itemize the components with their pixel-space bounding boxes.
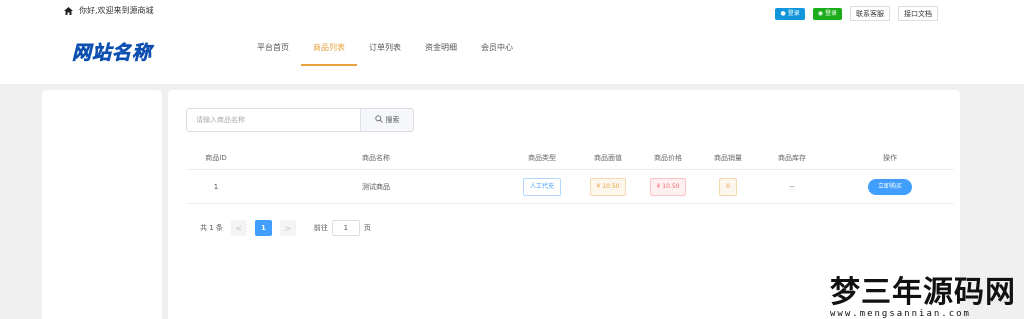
wechat-login-button[interactable]: ◉ 登录: [812, 7, 842, 20]
wechat-login-label: 登录: [824, 9, 837, 17]
product-table: 商品ID 商品名称 商品类型 商品面值 商品价格 商品销量 商品库存 操作 1 …: [186, 146, 954, 204]
table-header: 商品ID 商品名称 商品类型 商品面值 商品价格 商品销量 商品库存 操作: [186, 146, 954, 170]
goto-label: 前往: [313, 224, 328, 232]
top-header: 你好,欢迎来到源商城 ● 登录 ◉ 登录 联系客服 接口文档 网站名称 平台首页…: [0, 0, 1024, 84]
main-nav: 平台首页 商品列表 订单列表 资金明细 会员中心: [245, 36, 525, 66]
welcome-bar: 你好,欢迎来到源商城: [64, 5, 154, 16]
nav-item-funds[interactable]: 资金明细: [413, 36, 469, 66]
col-header-stock: 商品库存: [778, 153, 806, 162]
search-button-label: 搜索: [385, 116, 400, 124]
pagination: 共 1 条 < 1 > 前往 1 页: [200, 220, 371, 236]
product-id: 1: [213, 182, 219, 191]
search-input[interactable]: 请输入商品名称: [186, 108, 360, 132]
next-page-button[interactable]: >: [279, 220, 296, 236]
qq-icon: ●: [780, 9, 786, 17]
page-unit-label: 页: [363, 224, 371, 232]
left-panel: [42, 90, 162, 319]
total-count: 共 1 条: [200, 224, 223, 232]
col-header-action: 操作: [883, 153, 897, 162]
watermark-url: www.mengsannian.com: [830, 309, 971, 319]
site-logo[interactable]: 网站名称: [72, 38, 152, 65]
nav-item-member[interactable]: 会员中心: [469, 36, 525, 66]
col-header-id: 商品ID: [205, 153, 227, 162]
watermark: 梦三年源码网 www.mengsannian.com: [830, 277, 1016, 319]
contact-service-button[interactable]: 联系客服: [850, 6, 890, 21]
search-button[interactable]: 搜索: [360, 108, 414, 132]
home-icon[interactable]: [64, 6, 73, 15]
buy-now-button[interactable]: 立即购买: [867, 178, 912, 195]
nav-item-orders[interactable]: 订单列表: [357, 36, 413, 66]
page-number-current[interactable]: 1: [254, 220, 272, 236]
face-value-tag: ¥ 10.50: [589, 177, 627, 196]
stock-value: --: [789, 182, 795, 191]
product-name: 测试商品: [362, 182, 390, 191]
nav-item-home[interactable]: 平台首页: [245, 36, 301, 66]
watermark-title: 梦三年源码网: [830, 275, 1016, 310]
qq-login-button[interactable]: ● 登录: [775, 7, 805, 20]
product-type-tag: 人工代充: [522, 177, 561, 196]
search-icon: [374, 115, 383, 125]
api-docs-button[interactable]: 接口文档: [898, 6, 938, 21]
prev-page-button[interactable]: <: [230, 220, 247, 236]
table-row: 1 测试商品 人工代充 ¥ 10.50 ¥ 10.50 0 -- 立即购买: [186, 170, 954, 204]
wechat-icon: ◉: [817, 9, 823, 17]
search-bar: 请输入商品名称 搜索: [186, 108, 414, 132]
goto-page-input[interactable]: 1: [331, 220, 360, 236]
qq-login-label: 登录: [787, 9, 800, 17]
col-header-price: 商品价格: [654, 153, 682, 162]
nav-item-products[interactable]: 商品列表: [301, 36, 357, 66]
welcome-text: 你好,欢迎来到源商城: [79, 6, 154, 15]
price-tag: ¥ 10.50: [649, 177, 687, 196]
sales-tag: 0: [719, 177, 737, 196]
col-header-type: 商品类型: [528, 153, 556, 162]
top-actions: ● 登录 ◉ 登录 联系客服 接口文档: [775, 6, 938, 21]
col-header-name: 商品名称: [362, 153, 390, 162]
col-header-face-value: 商品面值: [594, 153, 622, 162]
goto-page: 前往 1 页: [314, 220, 371, 236]
col-header-sales: 商品销量: [714, 153, 742, 162]
